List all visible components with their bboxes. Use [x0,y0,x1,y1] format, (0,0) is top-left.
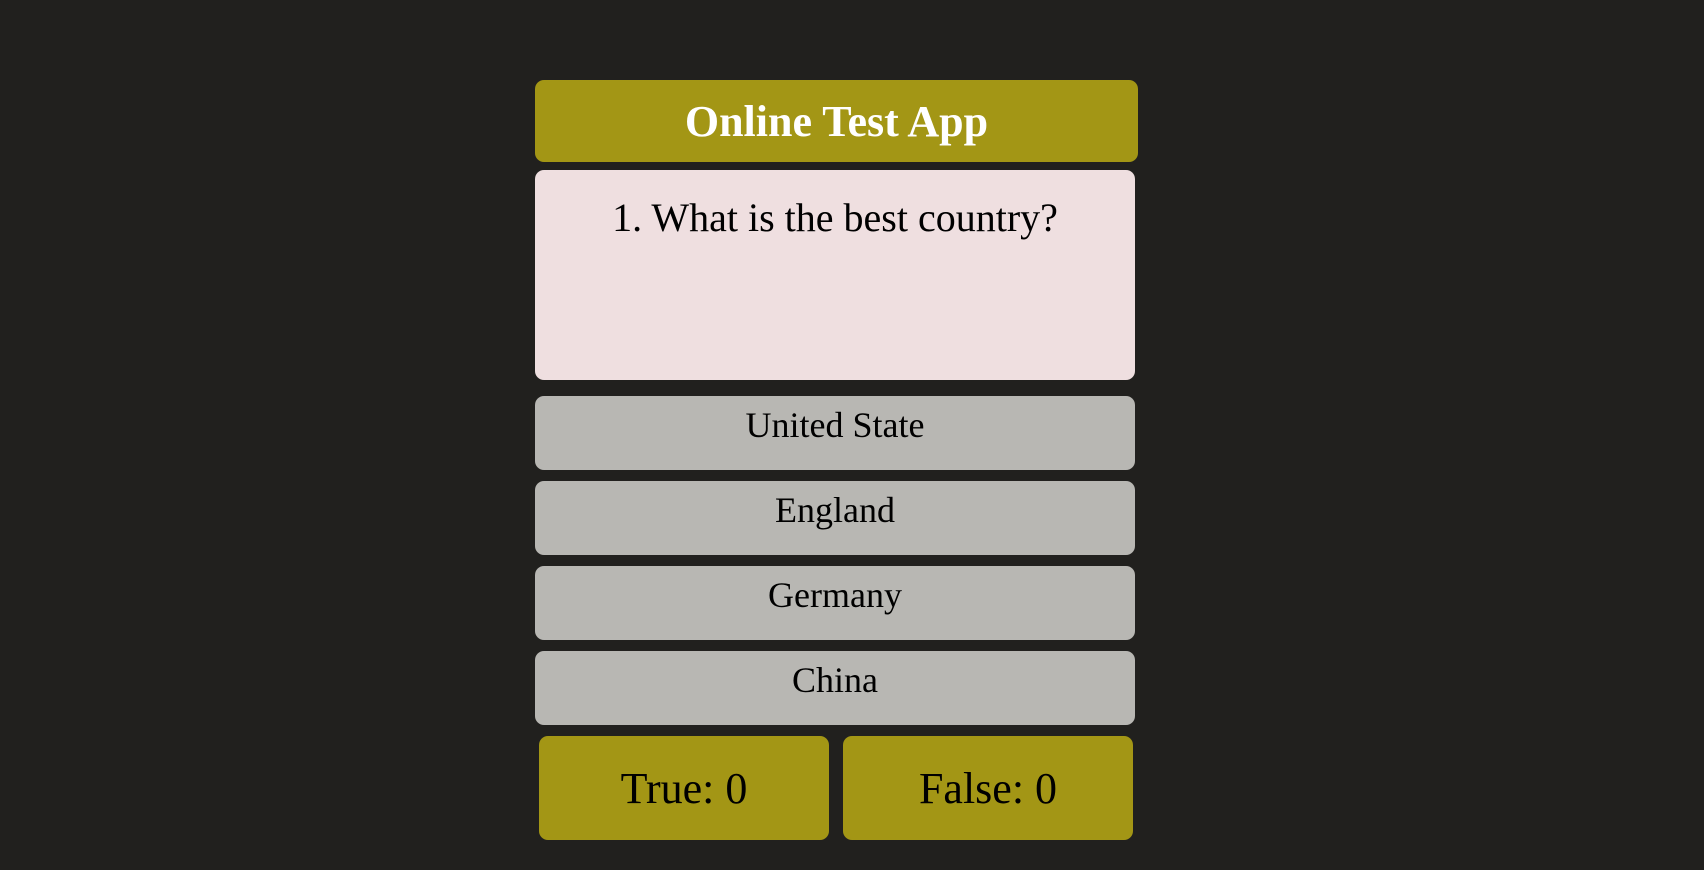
answer-options: United State England Germany China [535,396,1138,725]
true-score-badge: True: 0 [539,736,829,840]
question-text: 1. What is the best country? [612,195,1058,240]
question-box: 1. What is the best country? [535,170,1135,380]
answer-option-label: Germany [768,575,902,615]
answer-option-label: England [775,490,895,530]
answer-option-united-state[interactable]: United State [535,396,1135,470]
false-score-badge: False: 0 [843,736,1133,840]
app-title: Online Test App [684,96,989,146]
answer-option-label: China [792,660,878,700]
answer-option-china[interactable]: China [535,651,1135,725]
true-score-label: True: 0 [620,763,748,813]
answer-option-label: United State [745,405,925,445]
app-header: Online Test App [535,80,1138,162]
score-panel: True: 0 False: 0 [539,736,1133,840]
answer-option-germany[interactable]: Germany [535,566,1135,640]
test-app: Online Test App 1. What is the best coun… [535,80,1138,840]
answer-option-england[interactable]: England [535,481,1135,555]
false-score-label: False: 0 [918,763,1058,813]
